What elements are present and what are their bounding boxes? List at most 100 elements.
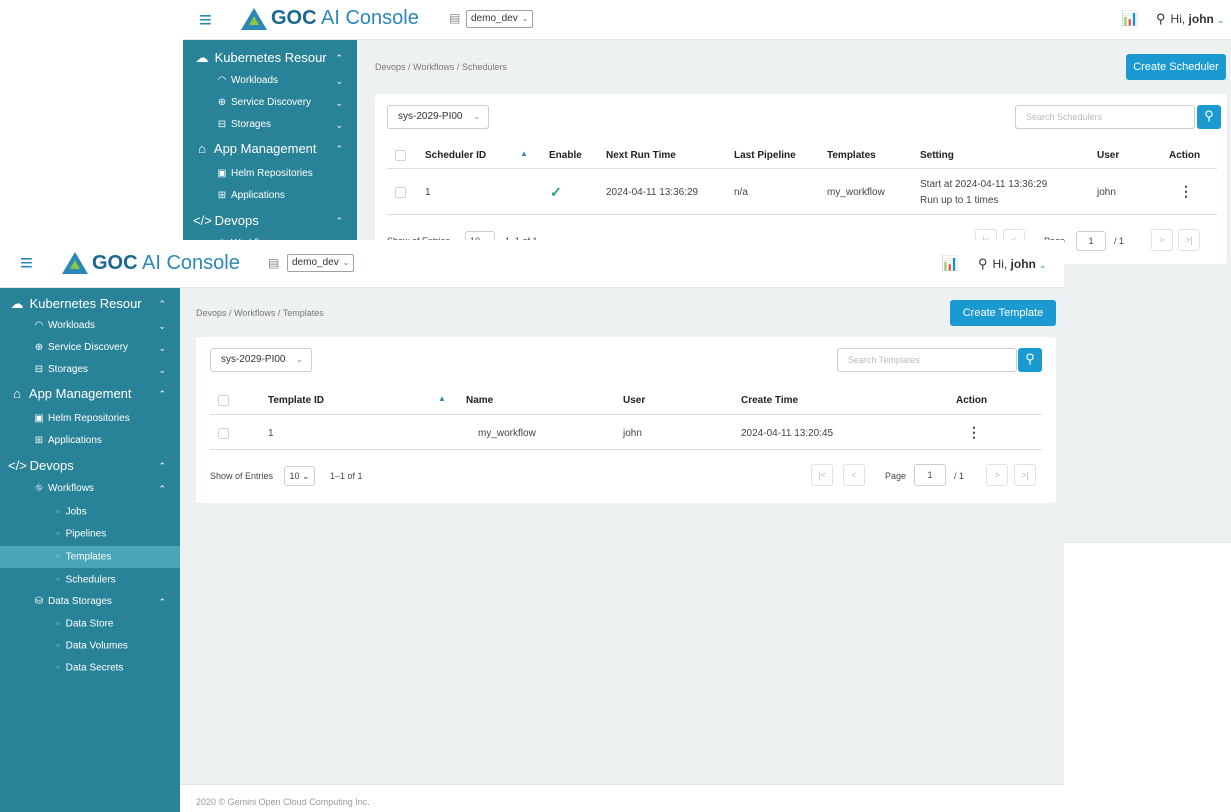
search-input[interactable]: Search Templates xyxy=(837,348,1017,372)
sidebar-item-data-store[interactable]: ○ Data Store xyxy=(0,613,180,635)
prev-page-button[interactable]: < xyxy=(843,464,865,486)
select-all-checkbox[interactable] xyxy=(218,395,229,406)
goc-logo-icon xyxy=(241,8,267,30)
namespace-select[interactable]: sys-2029-PI00 ⌄ xyxy=(387,105,489,129)
code-icon: </> xyxy=(8,458,27,473)
search-icon[interactable]: ⚲ xyxy=(1197,105,1221,129)
next-page-button[interactable]: > xyxy=(986,464,1008,486)
chevron-down-icon: ⌄ xyxy=(158,365,166,375)
brand-title: GOC AI Console xyxy=(271,7,419,29)
sidebar-item-service-discovery[interactable]: ⊕ Service Discovery ⌄ xyxy=(183,92,357,114)
wifi-icon: ◠ xyxy=(217,75,227,86)
sidebar-item-workflows[interactable]: ⛗ Workflows ⌃ xyxy=(0,478,180,500)
sidebar-item-data-storages[interactable]: ⛁ Data Storages ⌃ xyxy=(0,591,180,613)
wifi-icon: ◠ xyxy=(34,320,44,331)
workflow-icon: ⛗ xyxy=(35,483,43,494)
sort-up-icon[interactable]: ▲ xyxy=(438,394,446,403)
user-name: john xyxy=(623,428,642,439)
user-menu[interactable]: ⚲ Hi, john ⌄ xyxy=(1156,11,1224,27)
template-name: my_workflow xyxy=(478,428,536,439)
last-page-button[interactable]: >| xyxy=(1178,229,1200,251)
page-size-select[interactable]: 10 ⌄ xyxy=(284,466,315,486)
sidebar-item-applications[interactable]: ⊞ Applications xyxy=(0,430,180,452)
sidebar-item-applications[interactable]: ⊞ Applications xyxy=(183,185,357,207)
chart-icon[interactable]: 📊 xyxy=(941,255,958,272)
search-input[interactable]: Search Schedulers xyxy=(1015,105,1195,129)
chart-icon[interactable]: 📊 xyxy=(1121,10,1138,27)
sidebar-item-helm[interactable]: ▣ Helm Repositories xyxy=(183,163,357,185)
header-divider xyxy=(387,168,1217,169)
sidebar-item-service-discovery[interactable]: ⊕ Service Discovery ⌄ xyxy=(0,337,180,359)
menu-icon[interactable]: ≡ xyxy=(20,252,33,274)
namespace-select[interactable]: sys-2029-PI00 ⌄ xyxy=(210,348,312,372)
last-page-button[interactable]: >| xyxy=(1014,464,1036,486)
sidebar-item-jobs[interactable]: ○ Jobs xyxy=(0,501,180,523)
sidebar-item-kubernetes[interactable]: ☁ Kubernetes Resour ⌃ xyxy=(0,292,180,316)
more-actions-icon[interactable]: ⋮ xyxy=(967,424,981,441)
col-action: Action xyxy=(956,395,988,406)
col-last-pipeline: Last Pipeline xyxy=(734,150,796,161)
sort-up-icon[interactable]: ▲ xyxy=(520,149,528,158)
next-page-button[interactable]: > xyxy=(1151,229,1173,251)
sidebar-item-storages[interactable]: ⊟ Storages ⌄ xyxy=(183,114,357,136)
footer-copyright: 2020 © Gemini Open Cloud Computing Inc. xyxy=(196,797,370,807)
sidebar-item-helm[interactable]: ▣ Helm Repositories xyxy=(0,408,180,430)
menu-icon[interactable]: ≡ xyxy=(199,9,212,31)
project-select[interactable]: demo_dev ⌄ xyxy=(466,10,534,28)
col-template-id[interactable]: Template ID xyxy=(268,395,324,406)
chevron-up-icon: ⌃ xyxy=(158,299,166,309)
sidebar-item-devops[interactable]: </> Devops ⌃ xyxy=(0,454,180,478)
grid-icon: ⊞ xyxy=(34,435,44,446)
search-icon[interactable]: ⚲ xyxy=(1018,348,1042,372)
entries-range: 1–1 of 1 xyxy=(330,471,363,481)
sidebar-item-pipelines[interactable]: ○ Pipelines xyxy=(0,523,180,545)
more-actions-icon[interactable]: ⋮ xyxy=(1179,183,1193,200)
templates-card: sys-2029-PI00 ⌄ Search Templates ⚲ Templa… xyxy=(196,337,1056,503)
sidebar-item-templates[interactable]: ○ Templates xyxy=(0,546,180,568)
show-entries-label: Show of Entries xyxy=(210,471,274,481)
page-input[interactable]: 1 xyxy=(914,464,946,486)
chevron-down-icon: ⌄ xyxy=(296,355,303,364)
sidebar-item-app-management[interactable]: ⌂ App Management ⌃ xyxy=(183,137,357,161)
sidebar-item-kubernetes[interactable]: ☁ Kubernetes Resour ⌃ xyxy=(183,46,357,70)
template-id-link[interactable]: 1 xyxy=(268,428,274,439)
row-divider xyxy=(387,214,1217,215)
scheduler-id-link[interactable]: 1 xyxy=(425,187,431,198)
sidebar-item-schedulers[interactable]: ○ Schedulers xyxy=(0,569,180,591)
col-setting: Setting xyxy=(920,150,954,161)
next-run-time: 2024-04-11 13:36:29 xyxy=(606,187,699,198)
bullet-icon: ○ xyxy=(56,643,60,649)
sidebar-item-storages[interactable]: ⊟ Storages ⌄ xyxy=(0,359,180,381)
col-enable: Enable xyxy=(549,150,582,161)
row-checkbox[interactable] xyxy=(395,187,406,198)
check-icon: ✓ xyxy=(550,184,562,200)
setting-run: Run up to 1 times xyxy=(920,195,999,206)
chevron-down-icon: ⌄ xyxy=(473,112,480,121)
page-label: Page xyxy=(885,471,907,481)
chevron-up-icon: ⌃ xyxy=(158,389,166,399)
bullet-icon: ○ xyxy=(56,531,60,537)
bullet-icon: ○ xyxy=(56,665,60,671)
user-menu[interactable]: ⚲ Hi, john ⌄ xyxy=(978,256,1046,272)
drive-icon: ⊟ xyxy=(34,364,44,375)
create-template-button[interactable]: Create Template xyxy=(950,300,1056,326)
create-time: 2024-04-11 13:20:45 xyxy=(741,428,834,439)
sidebar-item-data-volumes[interactable]: ○ Data Volumes xyxy=(0,635,180,657)
user-name: john xyxy=(1097,187,1116,198)
chevron-up-icon: ⌃ xyxy=(158,461,166,471)
col-user: User xyxy=(1097,150,1120,161)
top-header: ≡ GOC AI Console ▤ demo_dev ⌄ 📊 ⚲ Hi, john… xyxy=(183,0,1231,40)
row-checkbox[interactable] xyxy=(218,428,229,439)
chevron-down-icon: ⌄ xyxy=(335,98,343,108)
sidebar-item-workloads[interactable]: ◠ Workloads ⌄ xyxy=(0,315,180,337)
project-select[interactable]: demo_dev ⌄ xyxy=(287,254,355,272)
sidebar-item-devops[interactable]: </> Devops ⌃ xyxy=(183,209,357,233)
sidebar-item-data-secrets[interactable]: ○ Data Secrets xyxy=(0,657,180,679)
first-page-button[interactable]: |< xyxy=(811,464,833,486)
col-scheduler-id[interactable]: Scheduler ID xyxy=(425,150,486,161)
select-all-checkbox[interactable] xyxy=(395,150,406,161)
create-scheduler-button[interactable]: Create Scheduler xyxy=(1126,54,1226,80)
sidebar-item-workloads[interactable]: ◠ Workloads ⌄ xyxy=(183,70,357,92)
sidebar-item-app-management[interactable]: ⌂ App Management ⌃ xyxy=(0,382,180,406)
page-input[interactable]: 1 xyxy=(1076,231,1106,251)
